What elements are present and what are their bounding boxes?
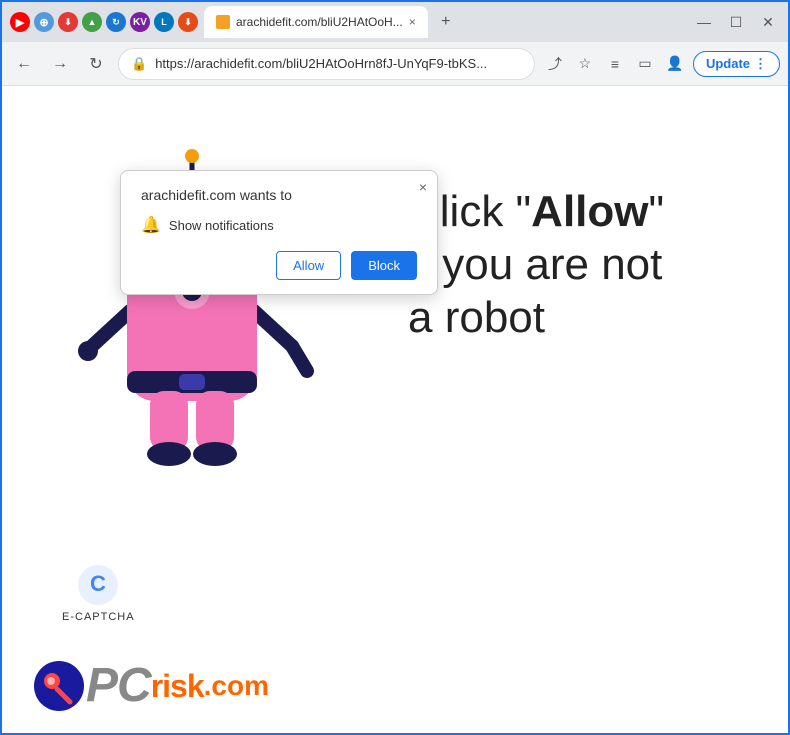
dl-favicon[interactable]: ⬇ bbox=[178, 12, 198, 32]
address-bar-input[interactable]: 🔒 https://arachidefit.com/bliU2HAtOoHrn8… bbox=[118, 48, 535, 80]
svg-text:C: C bbox=[90, 571, 106, 596]
click-text-line3: a robot bbox=[408, 293, 545, 342]
pcrisk-pc-text: PC bbox=[86, 662, 151, 710]
cast-icon[interactable]: ▭ bbox=[633, 52, 657, 76]
url-text: https://arachidefit.com/bliU2HAtOoHrn8fJ… bbox=[155, 56, 522, 71]
page-content: × arachidefit.com wants to 🔔 Show notifi… bbox=[2, 86, 788, 733]
menu-extensions-icon[interactable]: ≡ bbox=[603, 52, 627, 76]
youtube-favicon[interactable]: ▶ bbox=[10, 12, 30, 32]
blue-favicon[interactable]: ↻ bbox=[106, 12, 126, 32]
favicon-icons: ▶ ⊕ ⬇ ▲ ↻ KV L ⬇ bbox=[10, 12, 198, 32]
ecaptcha-label: E-CAPTCHA bbox=[62, 611, 135, 623]
address-actions: ⤴ ☆ ≡ ▭ 👤 Update ⋮ bbox=[543, 51, 780, 77]
minimize-button[interactable]: — bbox=[692, 10, 716, 34]
allow-text: Allow bbox=[531, 187, 648, 236]
tab-favicon bbox=[216, 15, 230, 29]
popup-actions: Allow Block bbox=[141, 251, 417, 280]
back-button[interactable]: ← bbox=[10, 50, 38, 78]
bell-icon: 🔔 bbox=[141, 215, 161, 235]
green-favicon[interactable]: ▲ bbox=[82, 12, 102, 32]
tab-label: arachidefit.com/bliU2HAtOoH... bbox=[236, 15, 403, 29]
globe-favicon[interactable]: ⊕ bbox=[34, 12, 54, 32]
click-text-line2: if you are not bbox=[408, 240, 662, 289]
popup-close-button[interactable]: × bbox=[419, 179, 427, 195]
title-bar: ▶ ⊕ ⬇ ▲ ↻ KV L ⬇ arachidefit.com/bliU2HA… bbox=[2, 2, 788, 42]
click-allow-text: Click "Allow" if you are not a robot bbox=[408, 186, 728, 344]
bookmark-icon[interactable]: ☆ bbox=[573, 52, 597, 76]
pcrisk-logo: PCrisk.com bbox=[32, 659, 269, 713]
address-bar: ← → ↻ 🔒 https://arachidefit.com/bliU2HAt… bbox=[2, 42, 788, 86]
ecaptcha-section: C E-CAPTCHA bbox=[62, 563, 135, 623]
active-tab[interactable]: arachidefit.com/bliU2HAtOoH... × bbox=[204, 6, 428, 38]
popup-permission-row: 🔔 Show notifications bbox=[141, 215, 417, 235]
block-button[interactable]: Block bbox=[351, 251, 417, 280]
allow-button[interactable]: Allow bbox=[276, 251, 341, 280]
tab-close-button[interactable]: × bbox=[409, 15, 416, 29]
popup-permission-text: Show notifications bbox=[169, 218, 274, 233]
update-chevron-icon: ⋮ bbox=[754, 56, 767, 72]
notification-popup: × arachidefit.com wants to 🔔 Show notifi… bbox=[120, 170, 438, 295]
profile-icon[interactable]: 👤 bbox=[663, 52, 687, 76]
browser-window: ▶ ⊕ ⬇ ▲ ↻ KV L ⬇ arachidefit.com/bliU2HA… bbox=[0, 0, 790, 735]
update-label: Update bbox=[706, 56, 750, 71]
click-text-quote: " bbox=[649, 187, 665, 236]
new-tab-button[interactable]: + bbox=[434, 10, 458, 34]
window-controls: — ☐ ✕ bbox=[692, 10, 780, 34]
ecaptcha-logo-svg: C bbox=[76, 563, 120, 607]
red-favicon[interactable]: ⬇ bbox=[58, 12, 78, 32]
pcrisk-com-text: .com bbox=[204, 670, 269, 702]
forward-button[interactable]: → bbox=[46, 50, 74, 78]
lb-favicon[interactable]: L bbox=[154, 12, 174, 32]
pcrisk-risk-text: risk bbox=[151, 670, 204, 702]
close-button[interactable]: ✕ bbox=[756, 10, 780, 34]
popup-title: arachidefit.com wants to bbox=[141, 187, 417, 203]
lock-icon: 🔒 bbox=[131, 56, 147, 72]
kv-favicon[interactable]: KV bbox=[130, 12, 150, 32]
refresh-button[interactable]: ↻ bbox=[82, 50, 110, 78]
update-button[interactable]: Update ⋮ bbox=[693, 51, 780, 77]
maximize-button[interactable]: ☐ bbox=[724, 10, 748, 34]
share-icon[interactable]: ⤴ bbox=[543, 52, 567, 76]
pcrisk-icon-svg bbox=[32, 659, 86, 713]
